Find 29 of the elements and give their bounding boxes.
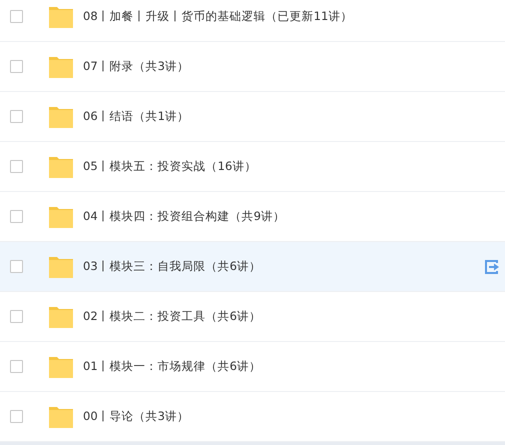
checkbox[interactable] [10,410,23,423]
checkbox[interactable] [10,210,23,223]
move-icon[interactable] [483,258,501,276]
folder-icon [49,306,73,328]
checkbox[interactable] [10,10,23,23]
folder-icon [49,56,73,78]
folder-icon [49,406,73,428]
folder-row[interactable]: 03丨模块三：自我局限（共6讲） [0,242,505,292]
checkbox[interactable] [10,360,23,373]
folder-icon [49,356,73,378]
folder-name: 05丨模块五：投资实战（16讲） [83,159,258,174]
folder-name: 01丨模块一：市场规律（共6讲） [83,359,262,374]
folder-icon [49,156,73,178]
checkbox[interactable] [10,160,23,173]
folder-name: 02丨模块二：投资工具（共6讲） [83,309,262,324]
checkbox[interactable] [10,260,23,273]
folder-icon [49,206,73,228]
folder-name: 07丨附录（共3讲） [83,59,190,74]
folder-icon [49,256,73,278]
folder-name: 06丨结语（共1讲） [83,109,190,124]
checkbox[interactable] [10,310,23,323]
folder-icon [49,106,73,128]
folder-icon [49,6,73,28]
folder-name: 03丨模块三：自我局限（共6讲） [83,259,262,274]
folder-name: 00丨导论（共3讲） [83,409,190,424]
folder-name: 04丨模块四：投资组合构建（共9讲） [83,209,286,224]
checkbox[interactable] [10,110,23,123]
checkbox[interactable] [10,60,23,73]
folder-name: 08丨加餐丨升级丨货币的基础逻辑（已更新11讲） [83,9,354,24]
